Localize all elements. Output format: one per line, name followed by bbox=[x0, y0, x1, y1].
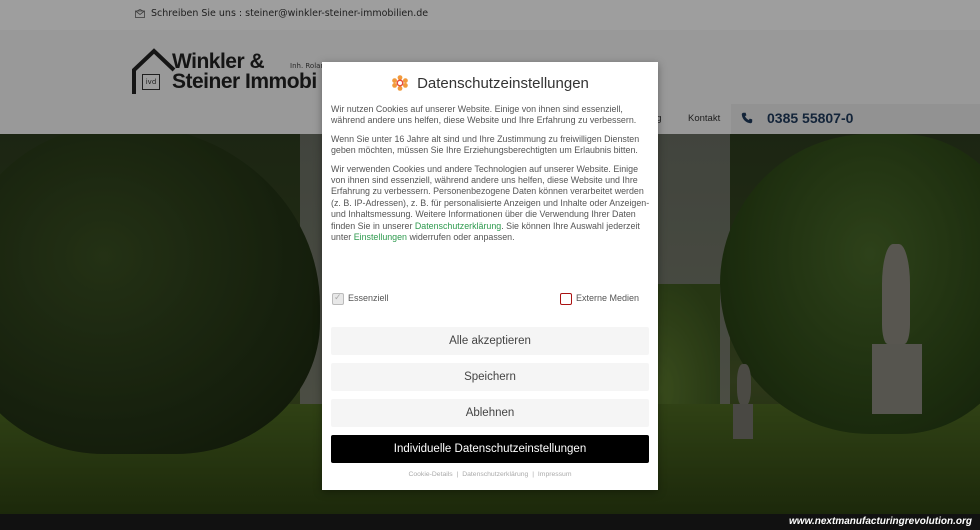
dialog-title: Datenschutzeinstellungen bbox=[417, 74, 589, 92]
dialog-body: Wir nutzen Cookies auf unserer Website. … bbox=[331, 104, 651, 250]
accept-all-button[interactable]: Alle akzeptieren bbox=[331, 327, 649, 355]
imprint-link[interactable]: Impressum bbox=[538, 471, 572, 478]
essential-label: Essenziell bbox=[348, 293, 389, 303]
consent-paragraph-3: Wir verwenden Cookies und andere Technol… bbox=[331, 164, 651, 244]
footer-separator: | bbox=[456, 471, 459, 478]
external-media-checkbox[interactable] bbox=[560, 293, 572, 305]
essential-checkbox bbox=[332, 292, 344, 305]
watermark-text: www.nextmanufacturingrevolution.org bbox=[789, 516, 972, 527]
save-button[interactable]: Speichern bbox=[331, 363, 649, 391]
privacy-consent-dialog: Datenschutzeinstellungen Wir nutzen Cook… bbox=[322, 62, 658, 490]
footer-separator: | bbox=[532, 471, 534, 478]
reject-button[interactable]: Ablehnen bbox=[331, 399, 649, 427]
privacy-policy-footer-link[interactable]: Datenschutzerklärung bbox=[462, 471, 528, 478]
dialog-footer-links: Cookie-Details | Datenschutzerklärung | … bbox=[322, 471, 658, 478]
individual-settings-button[interactable]: Individuelle Datenschutzeinstellungen bbox=[331, 435, 649, 463]
consent-paragraph-2: Wenn Sie unter 16 Jahre alt sind und Ihr… bbox=[331, 133, 640, 156]
cookie-flower-icon bbox=[392, 75, 408, 91]
dialog-header: Datenschutzeinstellungen bbox=[322, 72, 658, 94]
para3-text-c: widerrufen oder anpassen. bbox=[407, 232, 515, 243]
privacy-policy-link[interactable]: Datenschutzerklärung bbox=[415, 221, 501, 231]
external-media-label[interactable]: Externe Medien bbox=[576, 293, 639, 303]
settings-link[interactable]: Einstellungen bbox=[354, 232, 407, 242]
consent-checkboxes: Essenziell Externe Medien bbox=[331, 292, 649, 306]
consent-paragraph-1: Wir nutzen Cookies auf unserer Website. … bbox=[331, 104, 637, 126]
cookie-details-link[interactable]: Cookie-Details bbox=[408, 471, 452, 478]
